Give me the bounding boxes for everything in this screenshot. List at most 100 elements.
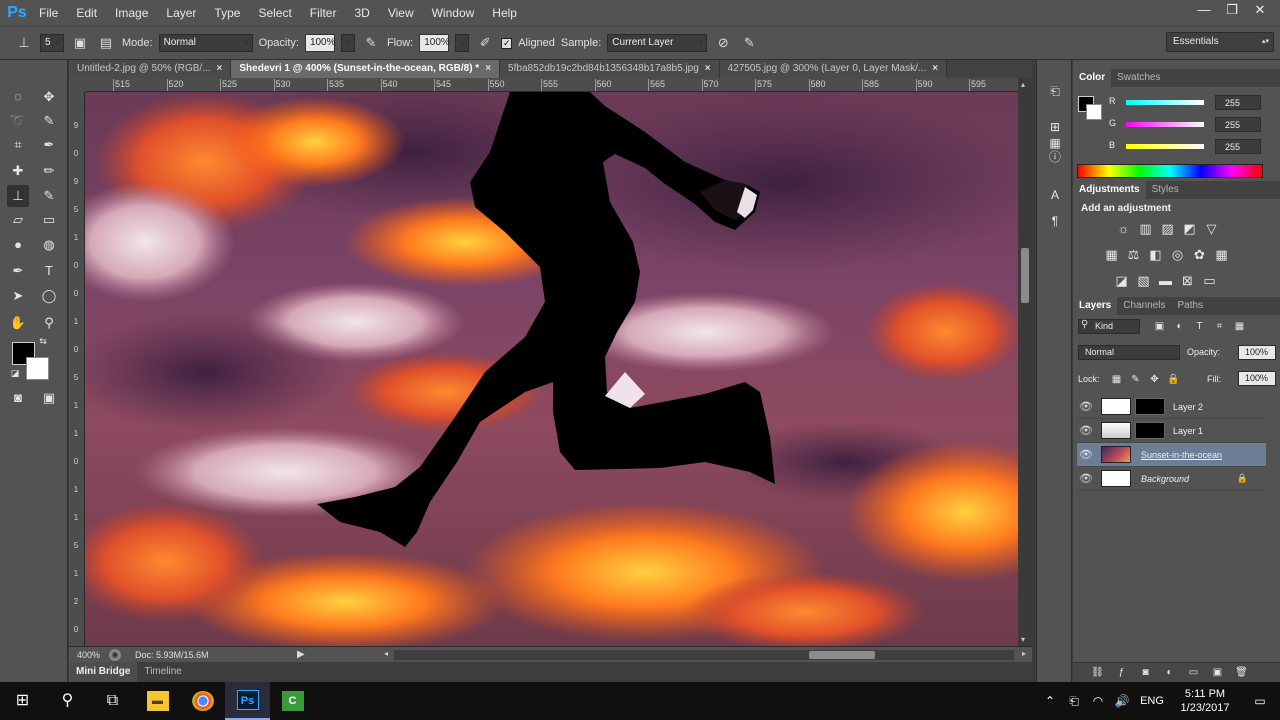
tab-mini-bridge[interactable]: Mini Bridge [69, 662, 138, 682]
crop-tool-icon[interactable]: ⌗ [7, 134, 29, 156]
network-adapter-icon[interactable]: ⎗ [1062, 694, 1086, 709]
paragraph-panel-icon[interactable]: ¶ [1046, 212, 1064, 230]
menu-select[interactable]: Select [249, 0, 300, 26]
zoom-level-field[interactable]: 400% [69, 650, 109, 660]
info-panel-icon[interactable]: ⓘ [1046, 148, 1064, 166]
clone-stamp-tool-icon[interactable]: ⊥ [7, 185, 29, 207]
opacity-slider-toggle[interactable] [340, 34, 355, 52]
color-balance-icon[interactable]: ⚖ [1125, 246, 1142, 263]
color-panel-background-swatch[interactable] [1086, 104, 1102, 120]
menu-type[interactable]: Type [205, 0, 249, 26]
taskbar-file-explorer[interactable]: ▬ [135, 682, 180, 720]
document-canvas[interactable] [85, 92, 1018, 646]
red-value-input[interactable]: 255 [1215, 95, 1261, 110]
tab-styles[interactable]: Styles [1146, 181, 1185, 199]
path-selection-tool-icon[interactable]: ➤ [7, 285, 29, 307]
menu-3d[interactable]: 3D [345, 0, 378, 26]
wifi-icon[interactable]: ◠ [1086, 694, 1110, 708]
sample-select[interactable]: Current Layer [607, 34, 708, 52]
eraser-tool-icon[interactable]: ▱ [7, 209, 29, 231]
add-mask-icon[interactable]: ◙ [1137, 664, 1154, 681]
airbrush-icon[interactable]: ✐ [475, 33, 495, 53]
aligned-checkbox[interactable]: ✓ [501, 37, 513, 49]
tab-layers[interactable]: Layers [1073, 297, 1118, 315]
close-tab-icon[interactable]: × [932, 63, 938, 74]
tab-paths[interactable]: Paths [1172, 297, 1210, 315]
blue-slider[interactable]: B 255 [1109, 139, 1276, 154]
close-tab-icon[interactable]: × [705, 63, 711, 74]
doc-tab-5fba852[interactable]: 5fba852db19c2bd84b1356348b17a8b5.jpg × [500, 60, 720, 78]
flow-slider-toggle[interactable] [455, 34, 470, 52]
menu-filter[interactable]: Filter [301, 0, 346, 26]
gradient-map-icon[interactable]: ▭ [1201, 272, 1218, 289]
layer-row-layer-2[interactable]: 👁 Layer 2 [1077, 395, 1266, 419]
link-layers-icon[interactable]: ⛓ [1089, 664, 1106, 681]
red-slider[interactable]: R 255 [1109, 95, 1276, 110]
menu-help[interactable]: Help [483, 0, 526, 26]
selective-color-icon[interactable]: ⊠ [1179, 272, 1196, 289]
swap-colors-icon[interactable]: ⇆ [36, 334, 50, 348]
zoom-tool-icon[interactable]: ⚲ [38, 312, 60, 334]
black-white-icon[interactable]: ◧ [1147, 246, 1164, 263]
taskbar-camtasia[interactable]: C [270, 682, 315, 720]
curves-icon[interactable]: ▨ [1159, 220, 1176, 237]
history-panel-icon[interactable]: ⎗ [1046, 82, 1064, 100]
task-view-icon[interactable]: ⧉ [90, 682, 135, 720]
ignore-adjustment-layers-icon[interactable]: ⊘ [713, 33, 733, 53]
layer-opacity-input[interactable]: 100% [1238, 345, 1276, 360]
move-tool-icon[interactable]: ✥ [38, 86, 60, 108]
new-layer-icon[interactable]: ▣ [1209, 664, 1226, 681]
action-center-icon[interactable]: ▭ [1240, 694, 1280, 708]
pressure-size-icon[interactable]: ✎ [739, 33, 759, 53]
color-spectrum-ramp[interactable] [1077, 164, 1263, 178]
ellipse-tool-icon[interactable]: ◯ [38, 285, 60, 307]
menu-file[interactable]: File [30, 0, 67, 26]
vertical-scrollbar[interactable]: ▴ ▾ [1018, 78, 1032, 646]
status-menu-arrow-icon[interactable]: ▶ [297, 649, 305, 660]
close-tab-icon[interactable]: × [217, 63, 223, 74]
visibility-eye-icon[interactable]: 👁 [1077, 400, 1095, 413]
lock-transparent-icon[interactable]: ▦ [1108, 371, 1125, 388]
gradient-tool-icon[interactable]: ▭ [38, 209, 60, 231]
channel-mixer-icon[interactable]: ✿ [1191, 246, 1208, 263]
visibility-eye-icon[interactable]: 👁 [1077, 448, 1095, 461]
marquee-tool-icon[interactable]: ◌ [7, 86, 29, 108]
hue-saturation-icon[interactable]: ▦ [1103, 246, 1120, 263]
filter-smart-object-icon[interactable]: ▦ [1231, 318, 1248, 335]
workspace-switcher[interactable]: Essentials [1166, 32, 1274, 52]
close-button[interactable]: ✕ [1246, 0, 1274, 22]
blue-slider-bar[interactable] [1126, 144, 1204, 149]
lock-pixels-icon[interactable]: ✎ [1127, 371, 1144, 388]
clone-stamp-preset-icon[interactable]: ⊥ [14, 33, 34, 53]
visibility-eye-icon[interactable]: 👁 [1077, 472, 1095, 485]
layer-fill-input[interactable]: 100% [1238, 371, 1276, 386]
doc-tab-untitled-2[interactable]: Untitled-2.jpg @ 50% (RGB/... × [69, 60, 232, 78]
horizontal-scroll-thumb[interactable] [809, 651, 875, 659]
start-button-windows-icon[interactable]: ⊞ [0, 682, 45, 720]
close-tab-icon[interactable]: × [485, 63, 491, 74]
quick-selection-tool-icon[interactable]: ✎ [38, 110, 60, 132]
brush-panel-icon[interactable]: ▣ [70, 33, 90, 53]
brightness-contrast-icon[interactable]: ☼ [1115, 220, 1132, 237]
green-slider-bar[interactable] [1126, 122, 1204, 127]
visibility-eye-icon[interactable]: 👁 [1077, 424, 1095, 437]
menu-image[interactable]: Image [106, 0, 157, 26]
dodge-tool-icon[interactable]: ◍ [38, 234, 60, 256]
pen-tool-icon[interactable]: ✒ [7, 260, 29, 282]
levels-icon[interactable]: ▥ [1137, 220, 1154, 237]
filter-shape-icon[interactable]: ⌗ [1211, 318, 1228, 335]
blur-tool-icon[interactable]: ● [7, 234, 29, 256]
exposure-icon[interactable]: ◩ [1181, 220, 1198, 237]
background-color-swatch[interactable] [26, 357, 49, 380]
minimize-button[interactable]: — [1190, 0, 1218, 22]
lock-position-icon[interactable]: ✥ [1146, 371, 1163, 388]
horizontal-scrollbar[interactable]: ◂ ▸ [384, 649, 1026, 660]
mode-select[interactable]: Normal [158, 34, 253, 52]
layer-mask-thumbnail[interactable] [1135, 398, 1165, 415]
menu-edit[interactable]: Edit [67, 0, 106, 26]
filter-adjustment-icon[interactable]: ◐ [1171, 318, 1188, 335]
scroll-up-icon[interactable]: ▴ [1021, 80, 1025, 89]
vibrance-icon[interactable]: ▽ [1203, 220, 1220, 237]
flow-input[interactable]: 100% [419, 34, 450, 52]
scroll-down-icon[interactable]: ▾ [1021, 635, 1025, 644]
